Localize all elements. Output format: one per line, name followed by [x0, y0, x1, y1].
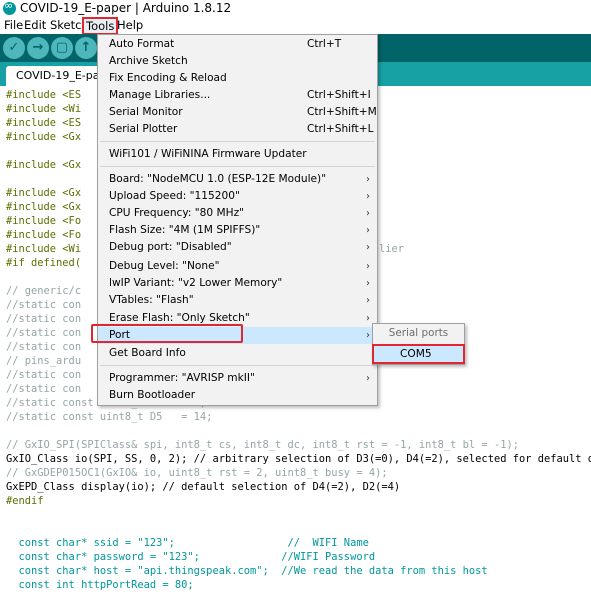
shortcut-label: Ctrl+Shift+M: [307, 106, 377, 118]
code-line: const char* ssid = "123"; // WIFI Name: [6, 537, 369, 549]
window-title: COVID-19_E-paper | Arduino 1.8.12: [20, 1, 232, 15]
code-line: #include <ES: [6, 89, 82, 101]
menu-item-debug-level[interactable]: Debug Level: "None" ›: [98, 258, 377, 275]
menu-item-debug-port[interactable]: Debug port: "Disabled" ›: [98, 239, 377, 256]
menu-item-auto-format[interactable]: Auto Format Ctrl+T: [98, 36, 377, 53]
menu-bar: File Edit Sketch Tools Help: [0, 17, 591, 35]
code-line: #include <Wi: [6, 243, 82, 255]
code-line: #include <ES: [6, 117, 82, 129]
port-option-com5[interactable]: COM5: [372, 344, 465, 364]
port-submenu: Serial ports COM5: [372, 323, 465, 365]
menu-item-serial-monitor[interactable]: Serial Monitor Ctrl+Shift+M: [98, 104, 377, 121]
code-line: //static con: [6, 313, 82, 325]
submenu-arrow-icon: ›: [366, 295, 370, 306]
menu-help[interactable]: Help: [117, 18, 143, 34]
menu-separator: [100, 365, 375, 366]
menu-item-vtables[interactable]: VTables: "Flash" ›: [98, 292, 377, 309]
code-line: //static con: [6, 369, 82, 381]
code-line: const char* host = "api.thingspeak.com";…: [6, 565, 488, 577]
code-line: #include <Fo: [6, 215, 82, 227]
code-line: GxIO_Class io(SPI, SS, 0, 2); // arbitra…: [6, 453, 591, 465]
title-bar: COVID-19_E-paper | Arduino 1.8.12: [0, 0, 591, 18]
code-line: #if defined(: [6, 257, 82, 269]
submenu-arrow-icon: ›: [366, 313, 370, 324]
menu-edit[interactable]: Edit: [24, 18, 46, 34]
code-line: // GxGDEP015OC1(GxIO& io, uint8_t rst = …: [6, 467, 388, 479]
menu-item-board[interactable]: Board: "NodeMCU 1.0 (ESP-12E Module)" ›: [98, 171, 377, 188]
submenu-arrow-icon: ›: [366, 225, 370, 236]
submenu-arrow-icon: ›: [366, 208, 370, 219]
menu-item-programmer[interactable]: Programmer: "AVRISP mkII" ›: [98, 370, 377, 387]
code-line: // GxIO_SPI(SPIClass& spi, int8_t cs, in…: [6, 439, 519, 451]
arduino-logo-icon: [3, 0, 16, 15]
submenu-arrow-icon: ›: [366, 373, 370, 384]
menu-item-flash-size[interactable]: Flash Size: "4M (1M SPIFFS)" ›: [98, 222, 377, 239]
submenu-arrow-icon: ›: [366, 191, 370, 202]
menu-item-burn-bootloader[interactable]: Burn Bootloader: [98, 387, 377, 404]
code-line: //static con: [6, 299, 82, 311]
code-line: const int httpPortRead = 80;: [6, 579, 194, 591]
code-line: #include <Gx: [6, 201, 82, 213]
submenu-arrow-icon: ›: [366, 174, 370, 185]
open-button[interactable]: ↑: [75, 37, 97, 59]
code-line: //static const uint8_t D5 = 14;: [6, 411, 213, 423]
upload-button[interactable]: →: [27, 37, 49, 59]
code-line: // pins_ardu: [6, 355, 82, 367]
verify-button[interactable]: ✓: [3, 37, 25, 59]
code-line: #include <Fo: [6, 229, 82, 241]
menu-file[interactable]: File: [4, 18, 23, 34]
menu-item-serial-plotter[interactable]: Serial Plotter Ctrl+Shift+L: [98, 121, 377, 138]
code-line: const char* password = "123"; //WIFI Pas…: [6, 551, 376, 563]
code-line: //static con: [6, 341, 82, 353]
menu-item-get-board-info[interactable]: Get Board Info: [98, 345, 377, 362]
shortcut-label: Ctrl+Shift+I: [307, 89, 371, 101]
menu-separator: [100, 166, 375, 167]
code-line: #include <Wi: [6, 103, 82, 115]
menu-item-lwip-variant[interactable]: lwIP Variant: "v2 Lower Memory" ›: [98, 275, 377, 292]
submenu-arrow-icon: ›: [366, 278, 370, 289]
submenu-arrow-icon: ›: [366, 261, 370, 272]
menu-item-cpu-frequency[interactable]: CPU Frequency: "80 MHz" ›: [98, 205, 377, 222]
menu-item-upload-speed[interactable]: Upload Speed: "115200" ›: [98, 188, 377, 205]
port-annotation-box: [91, 324, 243, 343]
shortcut-label: Ctrl+T: [307, 38, 342, 50]
code-line: // generic/c: [6, 285, 82, 297]
code-line: //static con: [6, 383, 82, 395]
menu-item-archive-sketch[interactable]: Archive Sketch: [98, 53, 377, 70]
tools-dropdown-menu: Auto Format Ctrl+T Archive Sketch Fix En…: [97, 34, 378, 406]
code-line: #endif: [6, 495, 44, 507]
code-line: #include <Gx: [6, 159, 82, 171]
shortcut-label: Ctrl+Shift+L: [307, 123, 374, 135]
new-button[interactable]: ▢: [51, 37, 73, 59]
submenu-arrow-icon: ›: [366, 330, 370, 341]
menu-separator: [100, 141, 375, 142]
menu-item-fix-encoding[interactable]: Fix Encoding & Reload: [98, 70, 377, 87]
menu-item-manage-libraries[interactable]: Manage Libraries... Ctrl+Shift+I: [98, 87, 377, 104]
submenu-arrow-icon: ›: [366, 242, 370, 253]
menu-tools[interactable]: Tools: [82, 17, 119, 35]
code-line: GxEPD_Class display(io); // default sele…: [6, 481, 401, 493]
code-line: #include <Gx: [6, 131, 82, 143]
serial-ports-header: Serial ports: [388, 327, 449, 339]
code-line: #include <Gx: [6, 187, 82, 199]
code-line: //static con: [6, 327, 82, 339]
menu-item-wifi-firmware-updater[interactable]: WiFi101 / WiFiNINA Firmware Updater: [98, 146, 377, 163]
code-line-tail: lier: [379, 243, 405, 255]
